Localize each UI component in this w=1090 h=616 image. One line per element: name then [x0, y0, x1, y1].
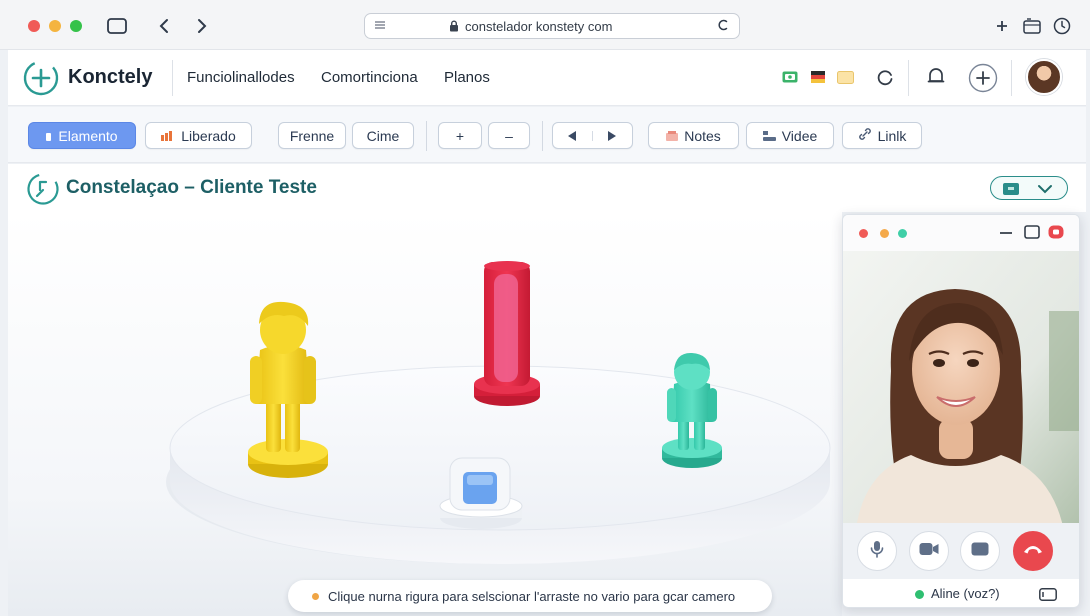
notes-icon	[666, 128, 679, 144]
window-maximize-dot[interactable]	[70, 20, 82, 32]
microphone-button[interactable]	[857, 531, 897, 571]
cima-label: Cime	[366, 127, 400, 144]
flag-icon[interactable]	[809, 70, 826, 84]
window-close-dot[interactable]	[28, 20, 40, 32]
microphone-icon	[870, 540, 884, 563]
chevron-down-icon	[1037, 182, 1053, 200]
url-text: constelador konstety com	[465, 19, 613, 34]
constellation-icon	[26, 172, 60, 211]
video-call-panel[interactable]: Aline (voz?)	[842, 214, 1080, 608]
call-window-bar[interactable]	[843, 215, 1079, 251]
zoom-in-label: +	[455, 127, 465, 144]
end-call-button[interactable]	[1013, 531, 1053, 571]
hint-dot-icon	[312, 593, 319, 600]
element-tool-button[interactable]: Elamento	[28, 122, 136, 149]
app-header: Konctely Funciolinallodes Comortinciona …	[8, 50, 1086, 106]
screen-share-button[interactable]	[960, 531, 1000, 571]
add-circle-icon[interactable]	[968, 63, 998, 93]
call-maximize-icon[interactable]	[1024, 225, 1040, 244]
link-icon	[858, 127, 872, 144]
nav-item-funcionalidades[interactable]: Funciolinallodes	[187, 69, 295, 86]
back-icon[interactable]	[156, 16, 172, 36]
screen-icon	[1003, 182, 1019, 200]
user-avatar[interactable]	[1026, 59, 1062, 95]
element-icon	[46, 128, 52, 144]
link-label: Linlk	[877, 127, 907, 144]
reload-icon[interactable]	[717, 18, 729, 35]
rotate-control[interactable]	[552, 122, 633, 149]
caption-icon[interactable]	[1039, 588, 1057, 604]
video-label: Videe	[781, 127, 818, 144]
sidebar-toggle-icon[interactable]	[106, 16, 128, 36]
teal-figure[interactable]	[662, 352, 722, 468]
call-minimize-dot[interactable]	[880, 229, 889, 238]
red-figure[interactable]	[474, 261, 540, 406]
view-mode-dropdown[interactable]	[990, 176, 1068, 200]
money-icon[interactable]	[781, 70, 798, 84]
toolbar-separator	[426, 121, 427, 151]
notes-button[interactable]: Notes	[648, 122, 739, 149]
liberado-button[interactable]: Liberado	[145, 122, 252, 149]
konctely-logo-icon[interactable]	[22, 59, 60, 102]
chart-bars-icon	[161, 128, 175, 144]
rotate-left-icon[interactable]	[553, 130, 593, 141]
online-status-icon	[915, 590, 924, 599]
header-divider-2	[908, 60, 909, 96]
call-expand-dot[interactable]	[898, 229, 907, 238]
participant-status-text: Aline (voz?)	[931, 586, 1000, 601]
call-close-dot[interactable]	[859, 229, 868, 238]
liberado-label: Liberado	[181, 127, 236, 144]
video-button[interactable]: Videe	[746, 122, 834, 149]
folder-icon[interactable]	[836, 70, 854, 84]
notes-label: Notes	[684, 127, 721, 144]
header-divider-3	[1011, 60, 1012, 96]
element-tool-label: Elamento	[58, 127, 118, 144]
toolbar-separator-2	[542, 121, 543, 151]
nav-item-planos[interactable]: Planos	[444, 69, 490, 86]
address-bar[interactable]: constelador konstety com	[364, 13, 740, 39]
forward-icon[interactable]	[194, 16, 210, 36]
call-close-icon[interactable]	[1048, 225, 1064, 244]
call-controls	[843, 523, 1079, 579]
participant-video	[843, 251, 1079, 537]
frente-label: Frenne	[289, 127, 335, 144]
screen-share-icon	[971, 542, 989, 561]
yellow-figure[interactable]	[248, 301, 328, 478]
tabs-overview-icon[interactable]	[1022, 16, 1042, 36]
page-menu-icon[interactable]	[374, 19, 386, 34]
hang-up-icon	[1022, 542, 1044, 560]
video-list-icon	[762, 128, 776, 144]
camera-icon	[919, 542, 939, 561]
zoom-in-button[interactable]: +	[438, 122, 482, 149]
nav-item-como-funciona[interactable]: Comortinciona	[321, 69, 418, 86]
constellation-stage[interactable]	[8, 212, 842, 616]
new-tab-icon[interactable]	[994, 17, 1010, 35]
lock-icon	[449, 20, 459, 35]
page-title: Constelaçao – Cliente Teste	[66, 177, 317, 198]
hint-text: Clique nurna rigura para selscionar l'ar…	[328, 589, 736, 604]
zoom-out-label: –	[505, 127, 513, 144]
bell-icon[interactable]	[924, 64, 948, 88]
rotate-right-icon[interactable]	[593, 130, 633, 141]
call-minimize-icon[interactable]	[999, 225, 1013, 244]
history-icon[interactable]	[1052, 16, 1072, 36]
header-divider	[172, 60, 173, 96]
editor-toolbar: Elamento Liberado Frenne Cime + – Notes	[8, 107, 1086, 163]
blue-block-figure[interactable]	[439, 457, 523, 529]
cima-button[interactable]: Cime	[352, 122, 414, 149]
browser-chrome: constelador konstety com	[0, 0, 1090, 50]
title-row: Constelaçao – Cliente Teste	[8, 164, 1086, 212]
zoom-out-button[interactable]: –	[488, 122, 530, 149]
link-button[interactable]: Linlk	[842, 122, 922, 149]
brand-name[interactable]: Konctely	[68, 66, 152, 89]
frente-button[interactable]: Frenne	[278, 122, 346, 149]
call-status: Aline (voz?)	[843, 579, 1079, 607]
hint-bar: Clique nurna rigura para selscionar l'ar…	[288, 580, 772, 612]
refresh-icon[interactable]	[874, 66, 896, 88]
window-minimize-dot[interactable]	[49, 20, 61, 32]
camera-button[interactable]	[909, 531, 949, 571]
